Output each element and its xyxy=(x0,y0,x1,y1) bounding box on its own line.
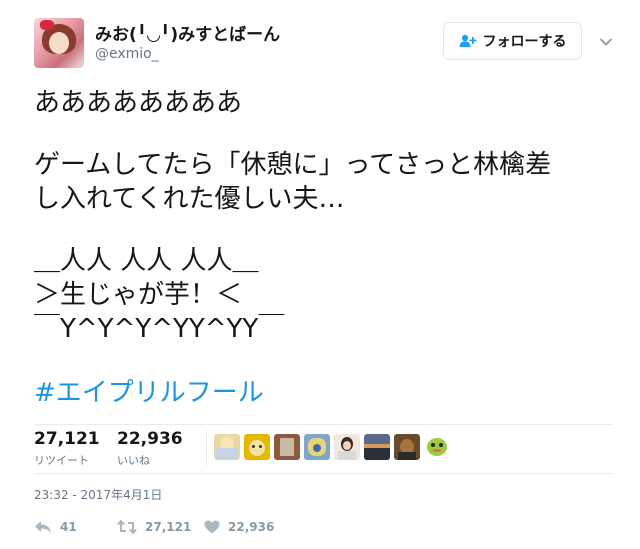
reply-count: 41 xyxy=(60,520,77,534)
retweet-action-count: 27,121 xyxy=(145,520,192,534)
retweet-button[interactable]: 27,121 xyxy=(117,520,191,534)
hashtag-link[interactable]: #エイプリルフール xyxy=(34,376,264,410)
user-handle[interactable]: @exmio_ xyxy=(95,46,159,62)
liker-avatar-7[interactable] xyxy=(394,434,420,460)
retweet-count[interactable]: 27,121 xyxy=(34,429,100,449)
divider xyxy=(34,424,612,425)
tweet-text-line: し入れてくれた優しい夫… xyxy=(34,184,345,214)
chevron-down-icon[interactable] xyxy=(598,34,614,50)
liker-avatar-8[interactable] xyxy=(424,434,450,460)
tweet-card: みお(╹◡╹)みすとばーん @exmio_ フォローする ああああああああ ゲー… xyxy=(0,0,640,549)
like-button[interactable]: 22,936 xyxy=(204,520,274,534)
reply-icon xyxy=(35,521,51,533)
stats-separator xyxy=(206,430,207,466)
like-label: いいね xyxy=(117,454,150,467)
display-name[interactable]: みお(╹◡╹)みすとばーん xyxy=(95,20,280,45)
liker-avatar-1[interactable] xyxy=(214,434,240,460)
tweet-text-line: ゲームしてたら「休憩に」ってさっと林檎差 xyxy=(34,150,552,180)
heart-icon xyxy=(204,520,220,534)
like-count[interactable]: 22,936 xyxy=(117,429,183,449)
follow-button-label: フォローする xyxy=(482,34,567,50)
tweet-text-line: ￣Y^Y^Y^YY^YY￣ xyxy=(34,314,285,344)
retweet-icon xyxy=(117,520,137,534)
retweet-label: リツイート xyxy=(34,454,89,467)
liker-avatar-2[interactable] xyxy=(244,434,270,460)
liker-avatar-5[interactable] xyxy=(334,434,360,460)
tweet-timestamp[interactable]: 23:32 - 2017年4月1日 xyxy=(34,486,162,503)
divider xyxy=(34,473,612,474)
tweet-text-line: ＞生じゃが芋！＜ xyxy=(34,280,243,310)
liker-avatar-3[interactable] xyxy=(274,434,300,460)
tweet-text-line: ＿人人 人人 人人＿ xyxy=(34,246,259,276)
tweet-text-line: ああああああああ xyxy=(34,88,243,118)
person-add-icon xyxy=(459,34,476,47)
like-action-count: 22,936 xyxy=(228,520,275,534)
follow-button[interactable]: フォローする xyxy=(443,22,582,60)
user-avatar[interactable] xyxy=(34,18,84,68)
liker-avatar-4[interactable] xyxy=(304,434,330,460)
reply-button[interactable]: 41 xyxy=(34,520,77,534)
liker-avatar-6[interactable] xyxy=(364,434,390,460)
liker-avatars xyxy=(214,434,454,460)
